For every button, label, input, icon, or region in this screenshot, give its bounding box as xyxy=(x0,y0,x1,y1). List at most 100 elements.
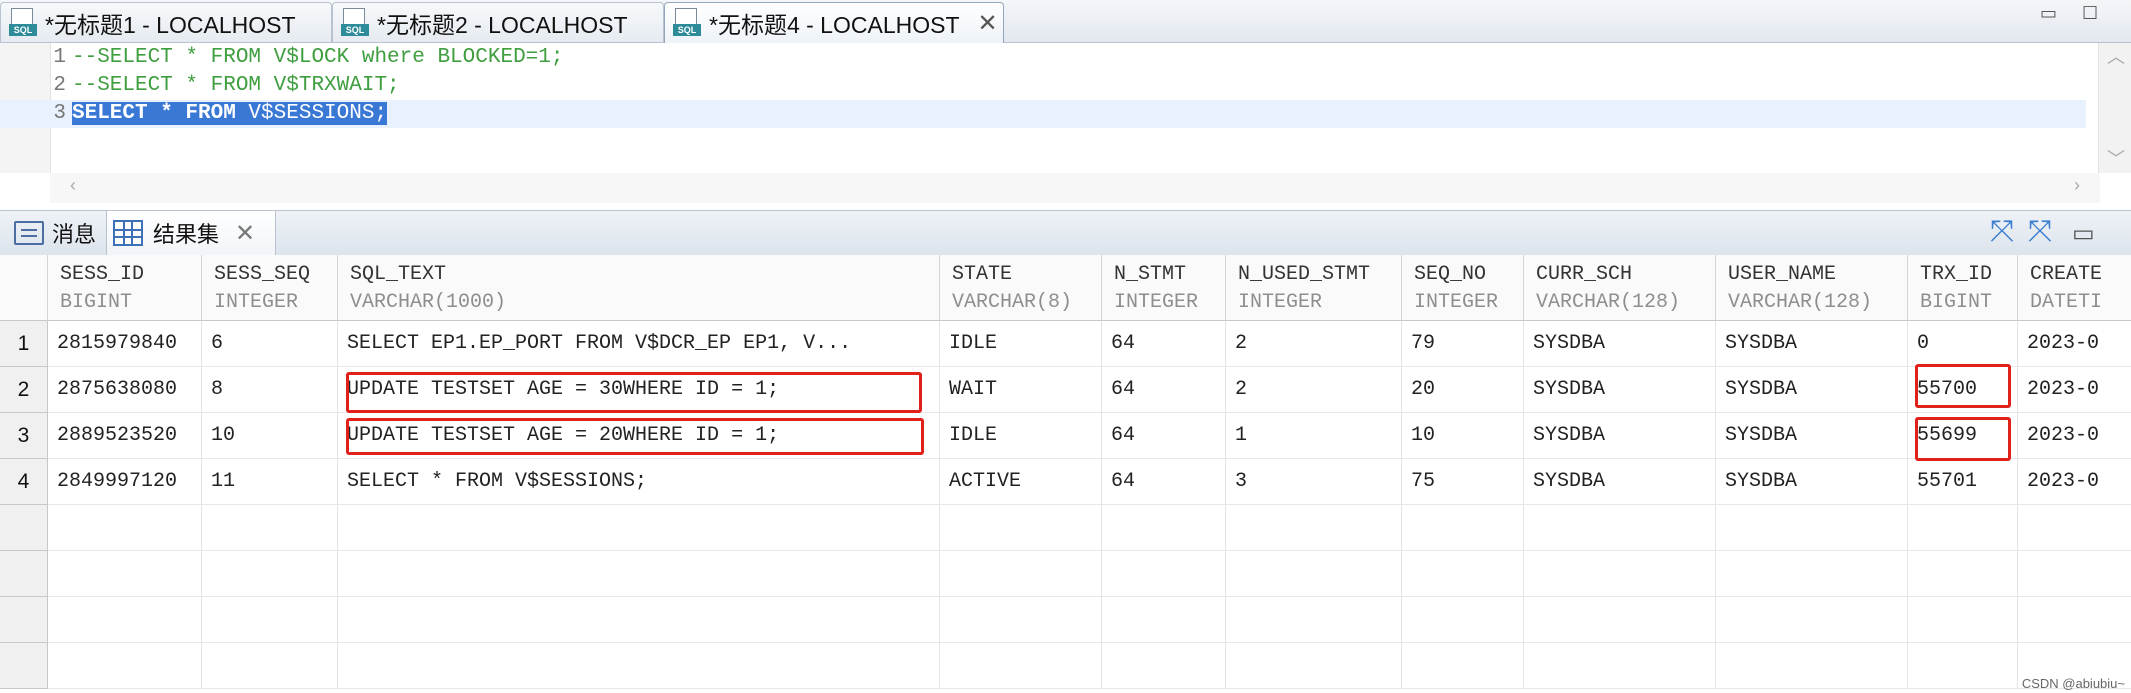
empty-cell[interactable] xyxy=(48,505,202,551)
empty-cell[interactable] xyxy=(1226,551,1402,597)
scroll-down-icon[interactable]: ﹀ xyxy=(2107,145,2125,171)
column-header-curr-sch[interactable]: CURR_SCH VARCHAR(128) xyxy=(1524,255,1716,321)
empty-cell[interactable] xyxy=(1102,597,1226,643)
empty-cell[interactable] xyxy=(1102,551,1226,597)
empty-cell[interactable] xyxy=(1226,597,1402,643)
empty-cell[interactable] xyxy=(940,597,1102,643)
table-cell[interactable]: 0 xyxy=(1908,321,2018,367)
scroll-left-icon[interactable]: ‹ xyxy=(70,175,76,196)
column-header-state[interactable]: STATE VARCHAR(8) xyxy=(940,255,1102,321)
tab-messages[interactable]: 消息 xyxy=(0,211,106,255)
empty-cell[interactable] xyxy=(1524,505,1716,551)
table-cell[interactable]: SYSDBA xyxy=(1524,321,1716,367)
table-cell[interactable]: 20 xyxy=(1402,367,1524,413)
empty-cell[interactable] xyxy=(2018,551,2131,597)
column-header-sql-text[interactable]: SQL_TEXT VARCHAR(1000) xyxy=(338,255,940,321)
collapse-all-icon[interactable]: ⤧ xyxy=(1990,215,2014,249)
empty-cell[interactable] xyxy=(202,597,338,643)
scroll-right-icon[interactable]: › xyxy=(2074,175,2080,196)
grid-corner[interactable] xyxy=(0,255,48,321)
code-line-current[interactable]: 3 SELECT * FROM V$SESSIONS; xyxy=(0,100,2086,128)
table-cell[interactable]: 2023-0 xyxy=(2018,413,2131,459)
empty-cell[interactable] xyxy=(48,643,202,689)
table-cell[interactable]: 2023-0 xyxy=(2018,459,2131,505)
empty-cell[interactable] xyxy=(1402,597,1524,643)
empty-cell[interactable] xyxy=(1524,597,1716,643)
table-cell[interactable]: 11 xyxy=(202,459,338,505)
table-cell[interactable]: SYSDBA xyxy=(1716,321,1908,367)
table-cell[interactable]: SYSDBA xyxy=(1716,413,1908,459)
empty-cell[interactable] xyxy=(1402,505,1524,551)
empty-row-header[interactable] xyxy=(0,551,48,597)
minimize-icon[interactable]: ▭ xyxy=(2040,4,2058,22)
column-header-n-stmt[interactable]: N_STMT INTEGER xyxy=(1102,255,1226,321)
table-cell[interactable]: 1 xyxy=(1226,413,1402,459)
table-cell[interactable]: 2 xyxy=(1226,321,1402,367)
maximize-icon[interactable]: ☐ xyxy=(2082,4,2100,22)
code-line[interactable]: 2 --SELECT * FROM V$TRXWAIT; xyxy=(0,72,2086,100)
table-cell[interactable]: IDLE xyxy=(940,413,1102,459)
empty-cell[interactable] xyxy=(1908,551,2018,597)
empty-cell[interactable] xyxy=(202,643,338,689)
table-cell[interactable]: 55701 xyxy=(1908,459,2018,505)
editor-tab-2[interactable]: SQL *无标题2 - LOCALHOST xyxy=(332,2,664,42)
empty-cell[interactable] xyxy=(1524,551,1716,597)
row-header[interactable]: 1 xyxy=(0,321,48,367)
table-cell[interactable]: 2849997120 xyxy=(48,459,202,505)
empty-cell[interactable] xyxy=(338,597,940,643)
editor-vertical-scrollbar[interactable]: ︿ ﹀ xyxy=(2098,43,2131,173)
table-cell[interactable]: 3 xyxy=(1226,459,1402,505)
scroll-up-icon[interactable]: ︿ xyxy=(2107,43,2125,69)
table-cell[interactable]: 2023-0 xyxy=(2018,367,2131,413)
close-icon[interactable]: ✕ xyxy=(978,9,998,38)
empty-cell[interactable] xyxy=(1226,643,1402,689)
empty-cell[interactable] xyxy=(1226,505,1402,551)
empty-cell[interactable] xyxy=(1716,551,1908,597)
table-cell[interactable]: 2815979840 xyxy=(48,321,202,367)
close-all-icon[interactable]: ⤧ xyxy=(2028,215,2052,249)
table-cell[interactable]: 64 xyxy=(1102,413,1226,459)
table-cell[interactable]: 10 xyxy=(202,413,338,459)
table-cell[interactable]: SYSDBA xyxy=(1524,367,1716,413)
empty-cell[interactable] xyxy=(1716,505,1908,551)
empty-cell[interactable] xyxy=(1524,643,1716,689)
code-line[interactable]: 1 --SELECT * FROM V$LOCK where BLOCKED=1… xyxy=(0,44,2086,72)
result-grid[interactable]: SESS_ID BIGINT SESS_SEQ INTEGER SQL_TEXT VARC… xyxy=(0,255,2131,693)
table-cell[interactable]: 10 xyxy=(1402,413,1524,459)
empty-cell[interactable] xyxy=(338,643,940,689)
empty-cell[interactable] xyxy=(338,505,940,551)
row-header[interactable]: 3 xyxy=(0,413,48,459)
table-cell[interactable]: 64 xyxy=(1102,367,1226,413)
empty-cell[interactable] xyxy=(1908,643,2018,689)
column-header-trx-id[interactable]: TRX_ID BIGINT xyxy=(1908,255,2018,321)
table-cell[interactable]: WAIT xyxy=(940,367,1102,413)
editor-horizontal-scrollbar[interactable]: ‹ › xyxy=(50,173,2100,203)
table-cell[interactable]: 8 xyxy=(202,367,338,413)
table-cell[interactable]: SELECT EP1.EP_PORT FROM V$DCR_EP EP1, V.… xyxy=(338,321,940,367)
column-header-create[interactable]: CREATE DATETI xyxy=(2018,255,2131,321)
table-cell[interactable]: 6 xyxy=(202,321,338,367)
table-cell[interactable]: SYSDBA xyxy=(1524,459,1716,505)
empty-cell[interactable] xyxy=(1402,643,1524,689)
empty-cell[interactable] xyxy=(2018,597,2131,643)
empty-cell[interactable] xyxy=(1102,643,1226,689)
table-cell[interactable]: SYSDBA xyxy=(1716,459,1908,505)
empty-cell[interactable] xyxy=(1716,643,1908,689)
table-cell[interactable]: SELECT * FROM V$SESSIONS; xyxy=(338,459,940,505)
editor-tab-1[interactable]: SQL *无标题1 - LOCALHOST xyxy=(0,2,332,42)
table-cell[interactable]: 2023-0 xyxy=(2018,321,2131,367)
empty-cell[interactable] xyxy=(338,551,940,597)
table-cell[interactable]: 64 xyxy=(1102,321,1226,367)
close-icon[interactable]: ✕ xyxy=(235,219,255,248)
table-cell[interactable]: 75 xyxy=(1402,459,1524,505)
empty-cell[interactable] xyxy=(202,551,338,597)
table-cell[interactable]: 2875638080 xyxy=(48,367,202,413)
column-header-user-name[interactable]: USER_NAME VARCHAR(128) xyxy=(1716,255,1908,321)
empty-cell[interactable] xyxy=(1908,505,2018,551)
empty-cell[interactable] xyxy=(2018,505,2131,551)
empty-cell[interactable] xyxy=(940,551,1102,597)
empty-cell[interactable] xyxy=(940,643,1102,689)
column-header-seq-no[interactable]: SEQ_NO INTEGER xyxy=(1402,255,1524,321)
empty-row-header[interactable] xyxy=(0,505,48,551)
empty-row-header[interactable] xyxy=(0,643,48,689)
